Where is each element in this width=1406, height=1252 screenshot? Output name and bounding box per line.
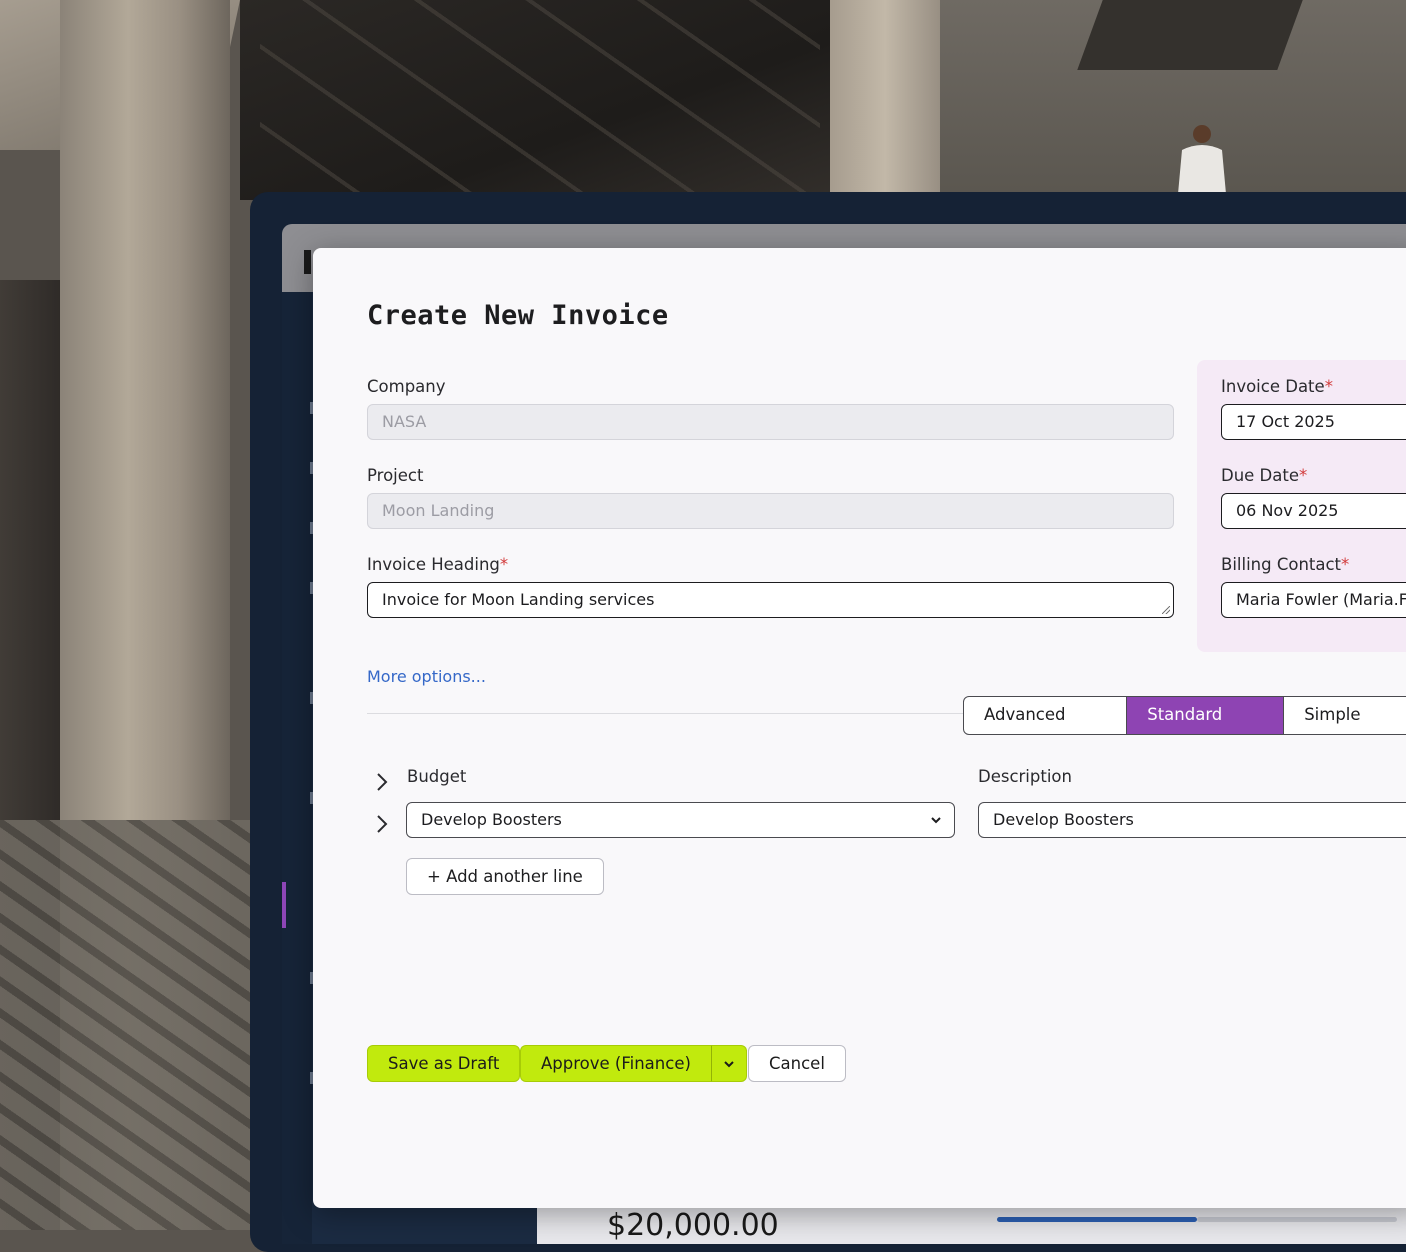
due-date-label-text: Due Date (1221, 466, 1299, 485)
bg-stairs (0, 820, 250, 1230)
project-label-text: Project (367, 466, 424, 485)
billing-contact-input[interactable]: Maria Fowler (Maria.Fo (1221, 582, 1406, 618)
budget-select-value: Develop Boosters (421, 810, 562, 829)
project-label: Project (367, 466, 423, 485)
view-switcher: Advanced View Standard View Simple View (963, 696, 1406, 735)
add-line-button[interactable]: + Add another line (406, 858, 604, 895)
progress-track (1197, 1217, 1397, 1222)
invoice-heading-input[interactable]: Invoice for Moon Landing services (367, 582, 1174, 618)
invoice-heading-label: Invoice Heading* (367, 555, 508, 574)
required-mark: * (499, 555, 509, 574)
more-options-link[interactable]: More options... (367, 667, 486, 686)
app-logo (304, 250, 311, 274)
project-value: Moon Landing (382, 501, 495, 520)
project-field: Moon Landing (367, 493, 1174, 529)
sidebar-active-indicator (282, 882, 286, 928)
description-input[interactable]: Develop Boosters (978, 802, 1406, 838)
simple-view-button[interactable]: Simple View (1284, 697, 1406, 734)
invoice-date-value: 17 Oct 2025 (1236, 412, 1335, 431)
save-draft-button[interactable]: Save as Draft (367, 1045, 521, 1082)
due-date-input[interactable]: 06 Nov 2025 (1221, 493, 1406, 529)
invoice-heading-label-text: Invoice Heading (367, 555, 500, 574)
required-mark: * (1299, 466, 1308, 485)
invoice-date-label: Invoice Date* (1221, 377, 1333, 396)
budget-select[interactable]: Develop Boosters (406, 802, 955, 838)
billing-contact-value: Maria Fowler (Maria.Fo (1236, 590, 1406, 609)
bg-stripes (260, 0, 820, 200)
approve-menu-toggle[interactable] (710, 1045, 747, 1082)
company-label: Company (367, 377, 446, 396)
chevron-down-icon (931, 817, 941, 824)
bg-roof-block (1077, 0, 1303, 70)
invoice-date-input[interactable]: 17 Oct 2025 (1221, 404, 1406, 440)
due-date-label: Due Date* (1221, 466, 1307, 485)
company-field: NASA (367, 404, 1174, 440)
description-column-header: Description (978, 767, 1072, 786)
company-label-text: Company (367, 377, 446, 396)
invoice-date-label-text: Invoice Date (1221, 377, 1325, 396)
standard-view-button[interactable]: Standard View (1127, 697, 1285, 734)
description-value: Develop Boosters (993, 810, 1134, 829)
chevron-right-icon[interactable] (371, 813, 393, 835)
progress-bar (997, 1217, 1197, 1222)
required-mark: * (1341, 555, 1350, 574)
required-mark: * (1324, 377, 1333, 396)
dialog-title: Create New Invoice (367, 300, 669, 331)
budget-column-header: Budget (407, 767, 467, 786)
billing-contact-label: Billing Contact* (1221, 555, 1349, 574)
approve-split-button: Approve (Finance) (520, 1045, 747, 1082)
chevron-right-icon[interactable] (371, 771, 393, 793)
bg-pillar-right (830, 0, 940, 195)
app-sidebar (282, 292, 313, 1244)
invoice-heading-value: Invoice for Moon Landing services (382, 590, 655, 609)
approve-button[interactable]: Approve (Finance) (520, 1045, 711, 1082)
cancel-button[interactable]: Cancel (748, 1045, 846, 1082)
resize-grip-icon[interactable] (1162, 606, 1170, 614)
advanced-view-button[interactable]: Advanced View (964, 697, 1128, 734)
create-invoice-dialog: Create New Invoice Company NASA Project … (313, 248, 1406, 1208)
due-date-value: 06 Nov 2025 (1236, 501, 1339, 520)
bg-person (1178, 125, 1226, 194)
chevron-down-icon (724, 1060, 734, 1067)
billing-contact-label-text: Billing Contact (1221, 555, 1342, 574)
company-value: NASA (382, 412, 427, 431)
section-divider (367, 713, 967, 714)
amount-value: $20,000.00 (607, 1208, 779, 1243)
